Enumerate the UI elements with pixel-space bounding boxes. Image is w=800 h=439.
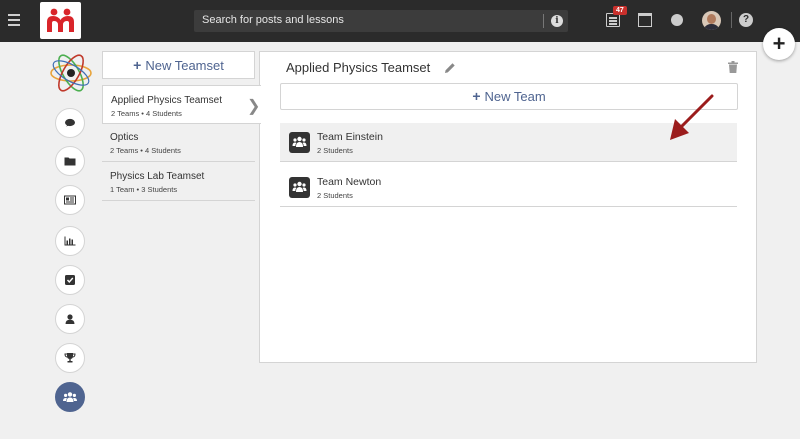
newspaper-icon [64, 195, 76, 205]
achievements-button[interactable] [55, 343, 85, 373]
create-button[interactable]: + [763, 28, 795, 60]
team-meta: 2 Students [317, 191, 353, 200]
document-icon[interactable] [606, 13, 620, 27]
bar-chart-icon [64, 236, 76, 246]
teamset-meta: 2 Teams • 4 Students [110, 146, 181, 155]
search-placeholder: Search for posts and lessons [202, 14, 344, 26]
chevron-right-icon: ❯ [247, 98, 261, 115]
course-atom-logo[interactable] [48, 50, 94, 96]
search-divider [543, 14, 544, 28]
plus-icon: + [133, 57, 142, 73]
top-bar: Search for posts and lessons i 47 ? [0, 0, 800, 42]
new-teamset-button[interactable]: + New Teamset [102, 51, 255, 79]
teamset-meta: 1 Team • 3 Students [110, 185, 178, 194]
checkbox-icon [65, 275, 75, 285]
files-button[interactable] [55, 146, 85, 176]
info-icon[interactable]: i [551, 15, 563, 27]
hamburger-menu-icon[interactable] [8, 14, 20, 26]
teamset-meta: 2 Teams • 4 Students [111, 109, 182, 118]
avatar[interactable] [702, 11, 721, 30]
globe-icon[interactable] [671, 14, 683, 26]
teamset-name: Applied Physics Teamset [111, 95, 222, 106]
team-name: Team Einstein [317, 131, 383, 143]
new-team-label: New Team [484, 89, 546, 104]
teamset-list: Applied Physics Teamset 2 Teams • 4 Stud… [102, 85, 261, 362]
folder-icon [64, 157, 76, 166]
teamset-name: Optics [110, 132, 139, 143]
team-meta: 2 Students [317, 146, 353, 155]
toolbar-divider [731, 12, 732, 28]
help-icon[interactable]: ? [739, 13, 753, 27]
team-row[interactable]: Team Newton 2 Students [280, 168, 737, 207]
teams-button[interactable] [55, 382, 85, 412]
page-title: Applied Physics Teamset [286, 60, 431, 75]
newsfeed-button[interactable] [55, 185, 85, 215]
app-logo[interactable] [40, 2, 81, 39]
comment-icon [65, 118, 75, 127]
assignments-button[interactable] [55, 265, 85, 295]
user-icon [65, 314, 75, 324]
plus-icon: + [472, 88, 481, 104]
group-icon [289, 177, 310, 198]
notification-badge: 47 [613, 6, 627, 15]
members-button[interactable] [55, 304, 85, 334]
calendar-icon[interactable] [638, 13, 652, 27]
analytics-button[interactable] [55, 226, 85, 256]
teamset-item[interactable]: Optics 2 Teams • 4 Students [102, 123, 255, 162]
annotation-arrow-icon [670, 94, 714, 140]
group-icon [63, 392, 77, 402]
teamset-item[interactable]: Applied Physics Teamset 2 Teams • 4 Stud… [102, 85, 261, 124]
pencil-icon[interactable] [444, 62, 456, 74]
teamset-name: Physics Lab Teamset [110, 171, 205, 182]
teamset-item[interactable]: Physics Lab Teamset 1 Team • 3 Students [102, 162, 255, 201]
search-input[interactable]: Search for posts and lessons i [194, 10, 568, 32]
discussion-button[interactable] [55, 108, 85, 138]
trash-icon[interactable] [728, 61, 738, 73]
group-icon [289, 132, 310, 153]
trophy-icon [64, 353, 76, 363]
team-name: Team Newton [317, 176, 382, 188]
new-teamset-label: New Teamset [145, 58, 224, 73]
